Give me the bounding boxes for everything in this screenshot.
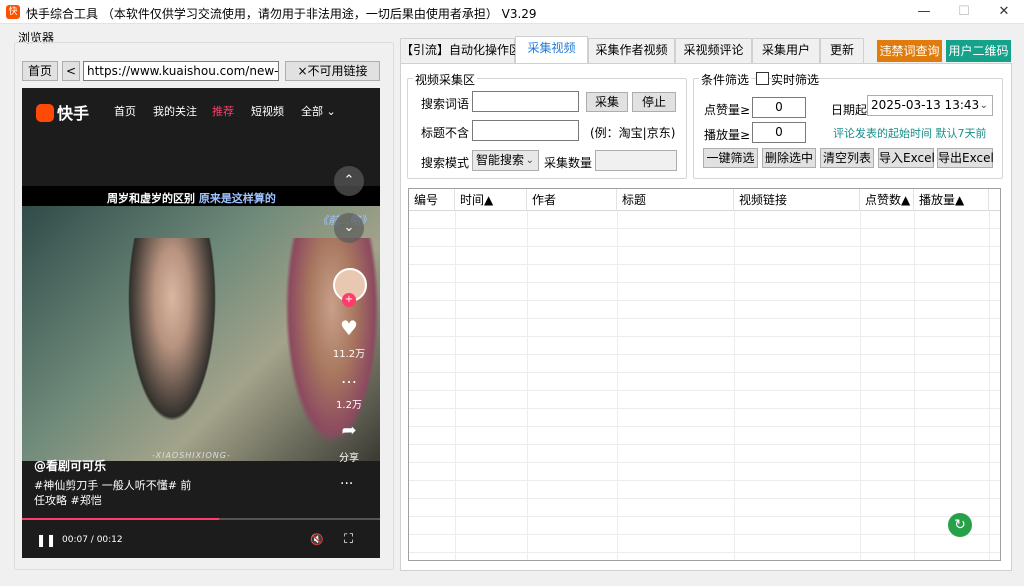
start-date-picker[interactable]: 2025-03-13 13:43 ⌄ (867, 95, 993, 116)
column-divider (914, 211, 915, 560)
nav-following[interactable]: 我的关注 (153, 103, 197, 119)
column-divider (734, 211, 735, 560)
date-hint: 评论发表的起始时间 默认7天前 (833, 127, 987, 140)
column-divider (989, 211, 990, 560)
kuaishou-header: 快手 首页 我的关注 推荐 短视频 全部 ⌄ (22, 88, 380, 132)
plays-label: 播放量≥ (704, 128, 751, 142)
share-icon[interactable]: ➦ (332, 420, 366, 441)
video-caption: 周岁和虚岁的区别 原来是这样算的 (107, 192, 276, 205)
minimize-button[interactable]: — (904, 0, 944, 24)
close-button[interactable]: ✕ (984, 0, 1024, 24)
column-header-time[interactable]: 时间▲ (455, 189, 527, 211)
results-table[interactable]: 编号 时间▲ 作者 标题 视频链接 点赞数▲ 播放量▲ (408, 188, 1001, 561)
column-header-title[interactable]: 标题 (617, 189, 734, 211)
nav-short-video[interactable]: 短视频 (251, 103, 284, 119)
window-title: 快手综合工具 （本软件仅供学习交流使用，请勿用于非法用途，一切后果由使用者承担）… (26, 7, 537, 21)
follow-plus-icon[interactable]: + (342, 293, 356, 307)
column-divider (527, 211, 528, 560)
table-header: 编号 时间▲ 作者 标题 视频链接 点赞数▲ 播放量▲ (409, 189, 1000, 211)
column-header-link[interactable]: 视频链接 (734, 189, 860, 211)
nav-recommended[interactable]: 推荐 (212, 103, 234, 119)
realtime-label: 实时筛选 (771, 73, 820, 87)
banned-words-button[interactable]: 违禁词查询 (877, 40, 942, 62)
unavailable-link-button[interactable]: ×不可用链接 (285, 61, 380, 81)
kuaishou-webview[interactable]: 快手 首页 我的关注 推荐 短视频 全部 ⌄ 周岁和虚岁的区别 原来是这样算的 … (22, 88, 380, 558)
exclude-label: 标题不含 (421, 126, 470, 140)
table-body (409, 211, 1000, 560)
pause-icon[interactable]: ❚❚ (36, 533, 56, 547)
more-options-icon[interactable]: ··· (340, 476, 353, 492)
column-header-likes[interactable]: 点赞数▲ (860, 189, 914, 211)
mute-icon[interactable]: 🔇 (310, 533, 324, 546)
column-divider (617, 211, 618, 560)
column-divider (455, 211, 456, 560)
next-video-icon[interactable]: ⌄ (334, 213, 364, 243)
mode-select[interactable]: 智能搜索 ⌄ (472, 150, 539, 171)
comment-count: 1.2万 (336, 400, 362, 411)
import-excel-button[interactable]: 导入Excel (878, 148, 935, 168)
nav-all-dropdown[interactable]: 全部 ⌄ (301, 103, 336, 119)
video-author[interactable]: @看剧可可乐 (34, 457, 106, 474)
previous-video-icon[interactable]: ⌃ (334, 166, 364, 196)
collect-button[interactable]: 采集 (586, 92, 628, 112)
tab-collect-author-video[interactable]: 采集作者视频 (588, 38, 675, 63)
count-input[interactable] (595, 150, 677, 171)
tab-update[interactable]: 更新 (820, 38, 864, 63)
collect-group-title: 视频采集区 (413, 71, 478, 88)
tab-collect-video[interactable]: 采集视频 (515, 36, 588, 64)
like-icon[interactable]: ♥ (332, 316, 366, 340)
delete-selected-button[interactable]: 删除选中 (762, 148, 816, 168)
home-button[interactable]: 首页 (22, 61, 58, 81)
likes-label: 点赞量≥ (704, 103, 751, 117)
title-bar: 快 快手综合工具 （本软件仅供学习交流使用，请勿用于非法用途，一切后果由使用者承… (0, 0, 1024, 24)
filter-all-button[interactable]: 一键筛选 (703, 148, 758, 168)
column-divider (860, 211, 861, 560)
column-header-author[interactable]: 作者 (527, 189, 617, 211)
video-watermark: -XIAOSHIXIONG- (152, 451, 231, 460)
nav-home[interactable]: 首页 (114, 103, 136, 119)
kuaishou-logo[interactable]: 快手 (36, 100, 89, 124)
maximize-button[interactable]: ☐ (944, 0, 984, 24)
exclude-input[interactable] (472, 120, 579, 141)
mode-label: 搜索模式 (421, 156, 470, 170)
video-description: #神仙剪刀手 一般人听不懂# 前任攻略 #郑恺 (34, 479, 192, 507)
tab-collect-users[interactable]: 采集用户 (752, 38, 820, 63)
column-header-plays[interactable]: 播放量▲ (914, 189, 989, 211)
column-header-id[interactable]: 编号 (409, 189, 455, 211)
keyword-label: 搜索词语 (421, 97, 470, 111)
exclude-example: (例：淘宝|京东) (590, 126, 676, 140)
url-field[interactable]: https://www.kuaishou.com/new-reco (83, 61, 279, 81)
chevron-down-icon: ⌄ (525, 155, 534, 166)
fullscreen-icon[interactable]: ⛶ (344, 532, 353, 547)
clear-list-button[interactable]: 清空列表 (820, 148, 874, 168)
likes-min-input[interactable]: 0 (752, 97, 806, 118)
video-progress-fill (22, 518, 219, 520)
export-excel-button[interactable]: 导出Excel (937, 148, 994, 168)
date-label: 日期起 (831, 103, 868, 117)
share-label: 分享 (339, 453, 359, 464)
comment-icon[interactable]: … (332, 368, 366, 387)
back-button[interactable]: < (62, 61, 80, 81)
video-time: 00:07 / 00:12 (62, 535, 123, 545)
refresh-icon[interactable]: ↻ (948, 513, 972, 537)
filter-group-title: 条件筛选 (699, 71, 752, 88)
user-qrcode-button[interactable]: 用户二维码 (946, 40, 1011, 62)
count-label: 采集数量 (544, 156, 593, 170)
stop-button[interactable]: 停止 (632, 92, 676, 112)
chevron-down-icon: ⌄ (979, 100, 988, 111)
like-count: 11.2万 (332, 349, 366, 360)
video-person-left (122, 238, 222, 438)
keyword-input[interactable] (472, 91, 579, 112)
app-icon: 快 (6, 5, 20, 19)
plays-min-input[interactable]: 0 (752, 122, 806, 143)
tab-video-comments[interactable]: 采视频评论 (675, 38, 752, 63)
tab-automation[interactable]: 【引流】自动化操作区 (400, 38, 521, 63)
realtime-checkbox[interactable] (756, 72, 769, 85)
